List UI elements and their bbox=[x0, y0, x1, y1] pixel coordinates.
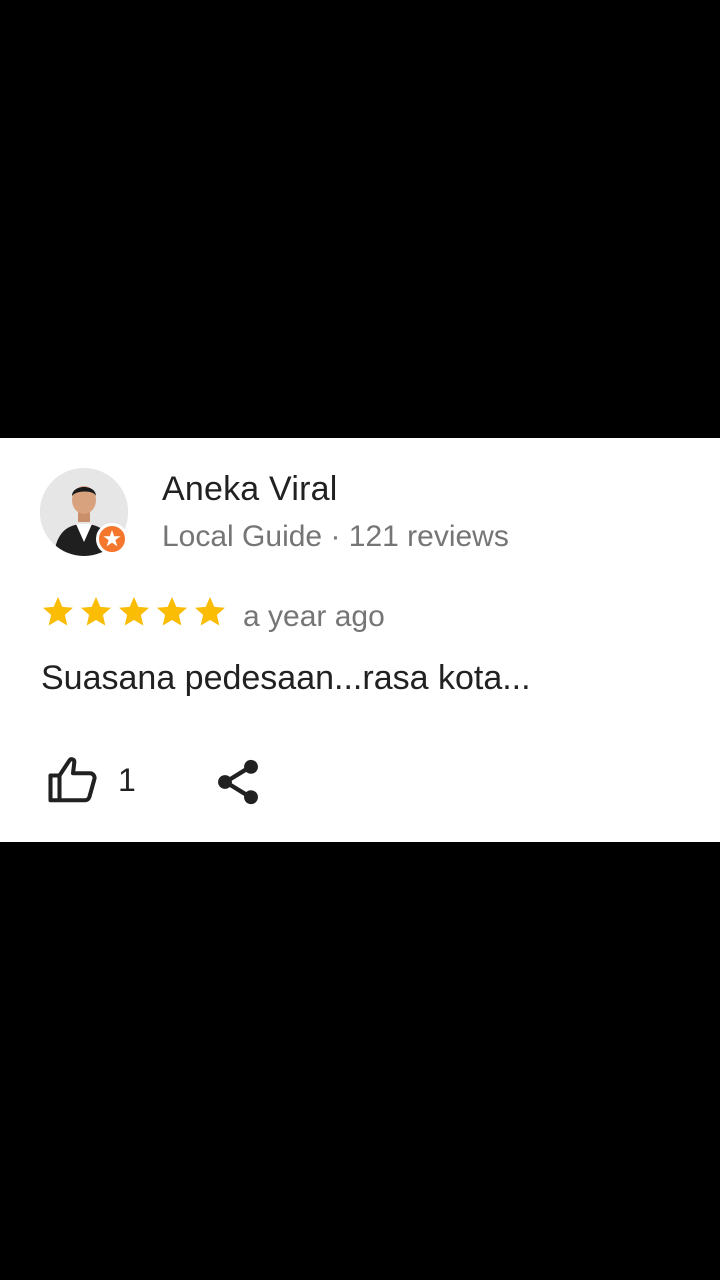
star-icon bbox=[43, 597, 73, 626]
star-icon bbox=[195, 597, 225, 626]
top-letterbox bbox=[0, 0, 720, 438]
review-date: a year ago bbox=[243, 600, 385, 633]
review-text[interactable]: Suasana pedesaan...rasa kota... bbox=[41, 659, 531, 698]
star-icon bbox=[157, 597, 187, 626]
star-icon bbox=[81, 597, 111, 626]
like-button[interactable] bbox=[46, 752, 156, 808]
share-button[interactable] bbox=[212, 756, 264, 808]
author-name[interactable]: Aneka Viral bbox=[162, 470, 337, 509]
author-meta: Local Guide · 121 reviews bbox=[162, 520, 509, 553]
like-count: 1 bbox=[118, 762, 136, 798]
bottom-letterbox bbox=[0, 842, 720, 1280]
star-icon bbox=[119, 597, 149, 626]
local-guide-badge bbox=[96, 523, 128, 555]
avatar[interactable] bbox=[40, 468, 128, 556]
thumbs-up-icon bbox=[48, 757, 97, 803]
star-rating bbox=[40, 594, 228, 634]
star-icon bbox=[103, 530, 121, 547]
share-icon bbox=[218, 759, 258, 805]
